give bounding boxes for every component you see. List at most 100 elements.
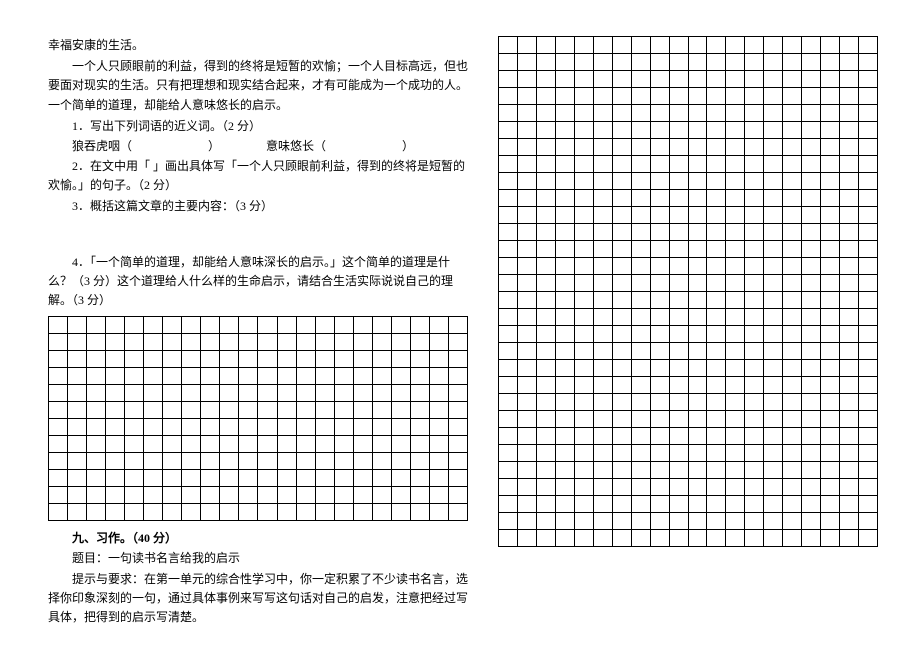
grid-cell[interactable]: [651, 326, 670, 343]
grid-cell[interactable]: [354, 385, 373, 402]
grid-cell[interactable]: [632, 37, 651, 54]
grid-cell[interactable]: [859, 530, 878, 547]
grid-cell[interactable]: [373, 419, 392, 436]
grid-cell[interactable]: [449, 351, 468, 368]
grid-cell[interactable]: [745, 71, 764, 88]
grid-cell[interactable]: [392, 368, 411, 385]
grid-cell[interactable]: [802, 428, 821, 445]
grid-cell[interactable]: [518, 156, 537, 173]
grid-cell[interactable]: [575, 173, 594, 190]
grid-cell[interactable]: [594, 411, 613, 428]
grid-cell[interactable]: [575, 258, 594, 275]
grid-cell[interactable]: [556, 496, 575, 513]
grid-cell[interactable]: [632, 394, 651, 411]
grid-cell[interactable]: [783, 54, 802, 71]
grid-cell[interactable]: [278, 504, 297, 521]
grid-cell[interactable]: [745, 139, 764, 156]
grid-cell[interactable]: [239, 402, 258, 419]
grid-cell[interactable]: [575, 377, 594, 394]
grid-cell[interactable]: [201, 351, 220, 368]
grid-cell[interactable]: [859, 122, 878, 139]
grid-cell[interactable]: [499, 428, 518, 445]
grid-cell[interactable]: [449, 487, 468, 504]
grid-cell[interactable]: [68, 385, 87, 402]
grid-cell[interactable]: [613, 258, 632, 275]
grid-cell[interactable]: [745, 513, 764, 530]
grid-cell[interactable]: [707, 139, 726, 156]
grid-cell[interactable]: [821, 275, 840, 292]
grid-cell[interactable]: [859, 224, 878, 241]
grid-cell[interactable]: [411, 334, 430, 351]
grid-cell[interactable]: [430, 470, 449, 487]
grid-cell[interactable]: [373, 436, 392, 453]
grid-cell[interactable]: [802, 377, 821, 394]
grid-cell[interactable]: [575, 394, 594, 411]
grid-cell[interactable]: [859, 377, 878, 394]
grid-cell[interactable]: [651, 207, 670, 224]
grid-cell[interactable]: [335, 470, 354, 487]
grid-cell[interactable]: [499, 377, 518, 394]
grid-cell[interactable]: [670, 530, 689, 547]
grid-cell[interactable]: [537, 411, 556, 428]
grid-cell[interactable]: [335, 317, 354, 334]
grid-cell[interactable]: [575, 224, 594, 241]
grid-cell[interactable]: [764, 88, 783, 105]
grid-cell[interactable]: [783, 326, 802, 343]
grid-cell[interactable]: [707, 258, 726, 275]
grid-cell[interactable]: [783, 139, 802, 156]
grid-cell[interactable]: [354, 351, 373, 368]
grid-cell[interactable]: [745, 37, 764, 54]
grid-cell[interactable]: [537, 275, 556, 292]
grid-cell[interactable]: [764, 156, 783, 173]
grid-cell[interactable]: [670, 173, 689, 190]
grid-cell[interactable]: [354, 436, 373, 453]
grid-cell[interactable]: [49, 470, 68, 487]
grid-cell[interactable]: [430, 487, 449, 504]
grid-cell[interactable]: [651, 513, 670, 530]
grid-cell[interactable]: [373, 402, 392, 419]
grid-cell[interactable]: [859, 71, 878, 88]
grid-cell[interactable]: [201, 317, 220, 334]
grid-cell[interactable]: [430, 453, 449, 470]
grid-cell[interactable]: [689, 326, 708, 343]
grid-cell[interactable]: [354, 334, 373, 351]
grid-cell[interactable]: [220, 385, 239, 402]
grid-cell[interactable]: [392, 402, 411, 419]
grid-cell[interactable]: [670, 156, 689, 173]
grid-cell[interactable]: [802, 258, 821, 275]
grid-cell[interactable]: [537, 343, 556, 360]
grid-cell[interactable]: [764, 360, 783, 377]
grid-cell[interactable]: [537, 479, 556, 496]
grid-cell[interactable]: [632, 411, 651, 428]
grid-cell[interactable]: [689, 54, 708, 71]
answer-grid-left[interactable]: [48, 316, 468, 521]
grid-cell[interactable]: [239, 470, 258, 487]
grid-cell[interactable]: [651, 258, 670, 275]
grid-cell[interactable]: [373, 385, 392, 402]
grid-cell[interactable]: [840, 377, 859, 394]
grid-cell[interactable]: [821, 258, 840, 275]
grid-cell[interactable]: [518, 173, 537, 190]
grid-cell[interactable]: [144, 487, 163, 504]
grid-cell[interactable]: [125, 351, 144, 368]
grid-cell[interactable]: [518, 309, 537, 326]
grid-cell[interactable]: [499, 54, 518, 71]
grid-cell[interactable]: [278, 436, 297, 453]
grid-cell[interactable]: [783, 122, 802, 139]
grid-cell[interactable]: [632, 326, 651, 343]
grid-cell[interactable]: [726, 156, 745, 173]
grid-cell[interactable]: [411, 470, 430, 487]
grid-cell[interactable]: [689, 207, 708, 224]
grid-cell[interactable]: [726, 88, 745, 105]
grid-cell[interactable]: [430, 436, 449, 453]
grid-cell[interactable]: [354, 504, 373, 521]
grid-cell[interactable]: [201, 368, 220, 385]
grid-cell[interactable]: [859, 496, 878, 513]
grid-cell[interactable]: [518, 292, 537, 309]
grid-cell[interactable]: [575, 479, 594, 496]
grid-cell[interactable]: [163, 385, 182, 402]
grid-cell[interactable]: [125, 385, 144, 402]
grid-cell[interactable]: [316, 351, 335, 368]
grid-cell[interactable]: [430, 504, 449, 521]
grid-cell[interactable]: [745, 54, 764, 71]
